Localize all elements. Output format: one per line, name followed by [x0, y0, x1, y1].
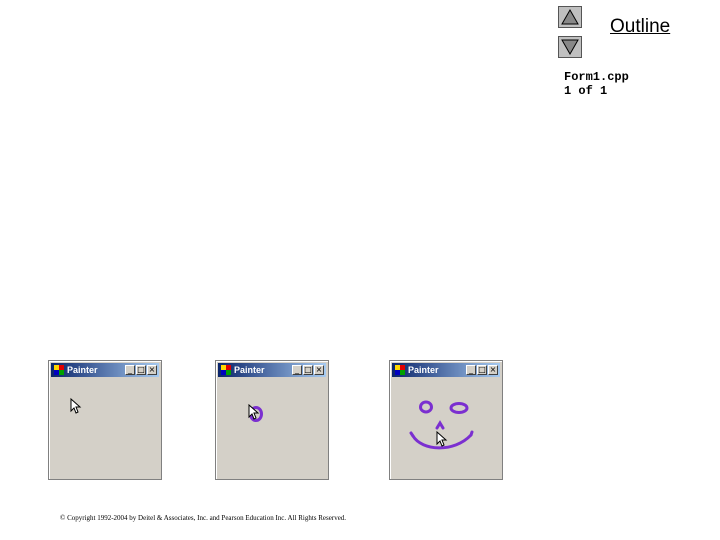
window-titlebar[interactable]: Painter _ □ ×	[218, 363, 326, 377]
window-title: Painter	[234, 365, 265, 375]
maximize-button[interactable]: □	[477, 365, 487, 375]
page-indicator: 1 of 1	[564, 84, 608, 98]
filename-label: Form1.cpp	[564, 70, 629, 84]
app-icon	[54, 365, 64, 375]
copyright-notice: © Copyright 1992-2004 by Deitel & Associ…	[60, 514, 347, 522]
next-slide-button[interactable]	[558, 36, 582, 58]
file-info: Form1.cpp 1 of 1	[564, 70, 629, 98]
mouse-pointer-icon	[70, 397, 82, 414]
window-title: Painter	[67, 365, 98, 375]
canvas	[248, 403, 263, 422]
close-button[interactable]: ×	[488, 365, 498, 375]
close-button[interactable]: ×	[147, 365, 157, 375]
canvas	[70, 397, 82, 414]
window-titlebar[interactable]: Painter _ □ ×	[51, 363, 159, 377]
app-icon	[221, 365, 231, 375]
outline-link[interactable]: Outline	[610, 16, 670, 38]
previous-slide-button[interactable]	[558, 6, 582, 28]
drawing-area[interactable]	[51, 379, 159, 477]
window-titlebar[interactable]: Painter _ □ ×	[392, 363, 500, 377]
painter-window-3[interactable]: Painter _ □ ×	[389, 360, 503, 480]
triangle-up-icon	[561, 9, 579, 25]
maximize-button[interactable]: □	[303, 365, 313, 375]
minimize-button[interactable]: _	[466, 365, 476, 375]
mouse-pointer-icon	[436, 430, 448, 447]
maximize-button[interactable]: □	[136, 365, 146, 375]
minimize-button[interactable]: _	[292, 365, 302, 375]
painter-window-2[interactable]: Painter _ □ ×	[215, 360, 329, 480]
window-title: Painter	[408, 365, 439, 375]
canvas	[409, 400, 474, 450]
drawing-area[interactable]	[392, 379, 500, 477]
drawing-area[interactable]	[218, 379, 326, 477]
app-icon	[395, 365, 405, 375]
painter-window-1[interactable]: Painter _ □ ×	[48, 360, 162, 480]
close-button[interactable]: ×	[314, 365, 324, 375]
triangle-down-icon	[561, 39, 579, 55]
minimize-button[interactable]: _	[125, 365, 135, 375]
